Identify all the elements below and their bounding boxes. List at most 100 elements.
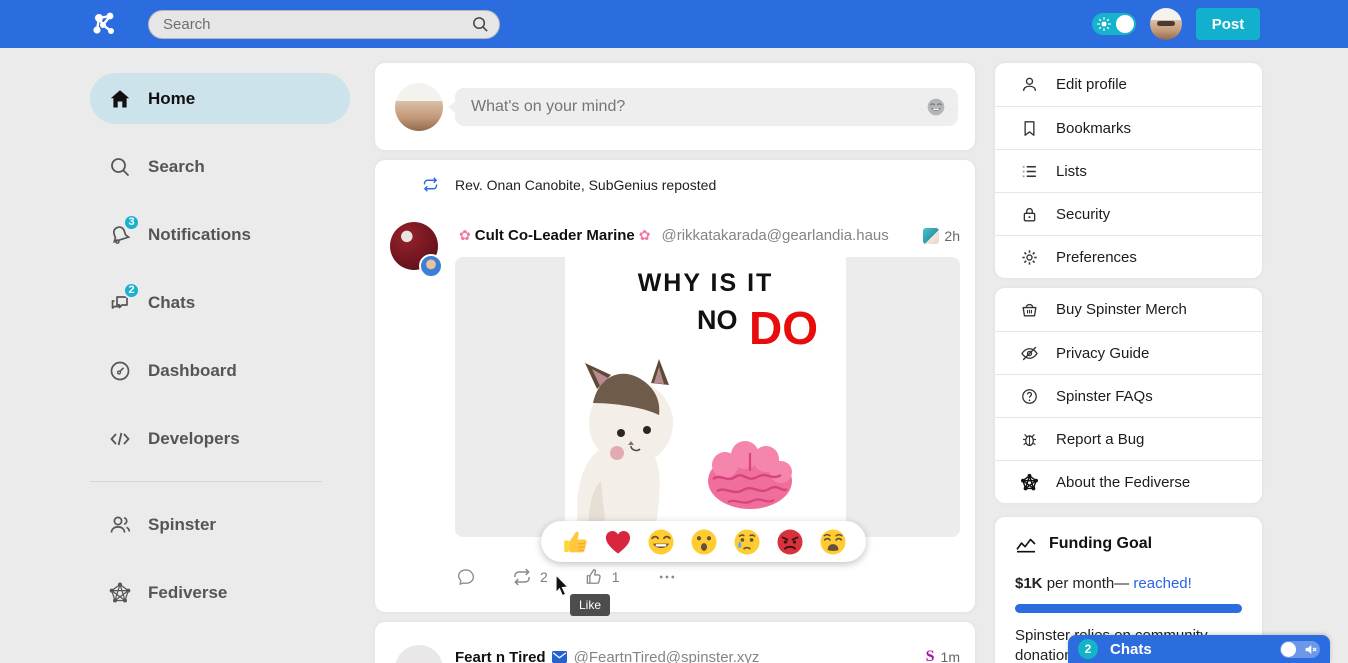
funding-progress-bar [1015,604,1242,613]
chats-bar[interactable]: 2 Chats [1068,635,1330,663]
basket-icon [1020,300,1039,319]
chats-bar-label: Chats [1110,641,1152,658]
search-icon[interactable] [471,15,490,34]
post-author-avatar[interactable] [390,222,438,270]
menu-label: Privacy Guide [1056,345,1149,362]
next-post-avatar[interactable] [395,645,443,663]
laughing-emoji[interactable] [646,527,676,557]
compose-placeholder: What's on your mind? [471,98,625,116]
eye-off-icon [1020,344,1039,363]
post-author-handle[interactable]: @rikkatakarada@gearlandia.haus [662,227,889,244]
sidebar-label: Spinster [148,515,216,535]
angry-emoji[interactable] [775,527,805,557]
menu-item-merch[interactable]: Buy Spinster Merch [995,288,1262,331]
menu-label: Report a Bug [1056,431,1144,448]
heart-emoji[interactable] [603,527,633,557]
info-menu-card: Buy Spinster Merch Privacy Guide Spinste… [995,288,1262,503]
menu-item-lists[interactable]: Lists [995,149,1262,192]
chats-sound-toggle[interactable] [1280,641,1320,658]
next-post-author-handle[interactable]: @FeartnTired@spinster.xyz [574,649,760,663]
menu-item-report-bug[interactable]: Report a Bug [995,417,1262,460]
thumbs-up-emoji[interactable] [560,527,590,557]
funding-dash: — [1114,575,1133,592]
menu-label: About the Fediverse [1056,474,1190,491]
meme-image: WHY IS IT NO DO [565,257,846,537]
sidebar-item-fediverse[interactable]: Fediverse [90,567,350,618]
sidebar-item-notifications[interactable]: 3 Notifications [90,209,350,260]
compose-avatar[interactable] [395,83,443,131]
emoji-picker-icon[interactable] [926,97,946,117]
sidebar-item-developers[interactable]: Developers [90,413,350,464]
notifications-badge: 3 [123,214,140,231]
spinster-source-icon: S [926,648,935,663]
crying-emoji[interactable] [732,527,762,557]
top-bar: Post [0,0,1348,48]
spinster-logo-icon[interactable] [91,10,119,38]
menu-item-privacy-guide[interactable]: Privacy Guide [995,331,1262,374]
search-input[interactable] [148,10,500,39]
next-post-author-name[interactable]: Feart n Tired [455,649,546,663]
menu-label: Bookmarks [1056,120,1131,137]
post-button[interactable]: Post [1196,8,1260,40]
reposter-mini-avatar[interactable] [419,254,443,278]
surprised-emoji[interactable] [689,527,719,557]
lock-icon [1020,205,1039,224]
code-icon [107,426,133,452]
envelope-icon [552,651,567,663]
sidebar-item-dashboard[interactable]: Dashboard [90,345,350,396]
sidebar-label: Search [148,157,205,177]
more-button[interactable] [656,567,678,587]
repost-by-text[interactable]: Rev. Onan Canobite, SubGenius reposted [455,177,716,193]
sidebar-label: Dashboard [148,361,237,381]
menu-item-about-fediverse[interactable]: About the Fediverse [995,460,1262,503]
gauge-icon [107,358,133,384]
sidebar-item-home[interactable]: Home [90,73,350,124]
menu-item-bookmarks[interactable]: Bookmarks [995,106,1262,149]
menu-item-preferences[interactable]: Preferences [995,235,1262,278]
person-icon [1020,75,1039,94]
menu-item-security[interactable]: Security [995,192,1262,235]
theme-toggle-knob [1116,15,1134,33]
bookmark-icon [1020,119,1039,138]
chats-bar-badge: 2 [1078,639,1098,659]
sidebar-divider [90,481,322,482]
sun-icon [1096,16,1112,32]
sidebar-label: Developers [148,429,240,449]
sidebar-item-chats[interactable]: 2 Chats [90,277,350,328]
post-actions: 2 1 [456,564,961,590]
comment-button[interactable] [456,567,476,587]
weary-emoji[interactable] [818,527,848,557]
sidebar-label: Chats [148,293,195,313]
next-post-timestamp[interactable]: 1m [941,649,960,663]
sidebar-item-spinster[interactable]: Spinster [90,499,350,550]
repost-button[interactable]: 2 [512,567,548,587]
post-card: Rev. Onan Canobite, SubGenius reposted ✿… [375,160,975,612]
bell-icon: 3 [107,222,133,248]
repost-line: Rev. Onan Canobite, SubGenius reposted [422,176,716,193]
help-circle-icon [1020,387,1039,406]
menu-item-edit-profile[interactable]: Edit profile [995,63,1262,106]
menu-label: Edit profile [1056,76,1127,93]
post-timestamp[interactable]: 2h [944,228,960,244]
reaction-picker [541,521,866,562]
user-avatar[interactable] [1150,8,1182,40]
compose-input[interactable]: What's on your mind? [455,88,958,126]
repost-icon [422,176,439,193]
trend-chart-icon [1015,535,1037,553]
meme-text-1: WHY IS IT [565,269,846,298]
spinster-app: Post Home Search 3 Notifications 2 Chats [0,0,1348,663]
sidebar-item-search[interactable]: Search [90,141,350,192]
funding-reached-link[interactable]: reached! [1133,575,1191,592]
menu-item-faqs[interactable]: Spinster FAQs [995,374,1262,417]
speaker-mute-icon [1304,643,1317,656]
next-post-header: Feart n Tired @FeartnTired@spinster.xyz … [455,648,960,663]
fediverse-filled-icon [1020,473,1039,492]
like-button[interactable]: 1 [584,567,620,587]
chats-sound-knob [1281,642,1296,657]
chats-badge: 2 [123,282,140,299]
sidebar-label: Home [148,89,195,109]
menu-label: Preferences [1056,249,1137,266]
theme-toggle[interactable] [1092,13,1136,35]
post-author-name[interactable]: Cult Co-Leader Marine [475,227,635,244]
post-image[interactable]: WHY IS IT NO DO [455,257,960,537]
